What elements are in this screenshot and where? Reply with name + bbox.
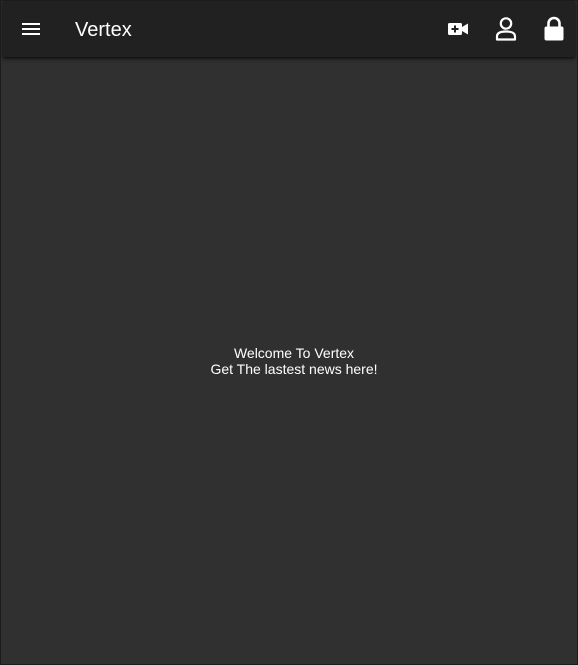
welcome-title: Welcome To Vertex: [233, 345, 355, 361]
add-video-button[interactable]: [442, 13, 474, 45]
app-bar: Vertex: [3, 1, 575, 57]
lock-icon: [544, 16, 564, 41]
person-icon: [495, 17, 517, 41]
app-title: Vertex: [75, 19, 132, 41]
main-content: Welcome To Vertex Get The lastest news h…: [1, 57, 577, 664]
menu-icon: [22, 23, 40, 35]
welcome-message: Welcome To Vertex Get The lastest news h…: [1, 345, 577, 377]
menu-button[interactable]: [15, 13, 47, 45]
welcome-subtitle: Get The lastest news here!: [210, 361, 378, 377]
video-plus-icon: [448, 23, 468, 35]
account-button[interactable]: [490, 13, 522, 45]
app-window: Vertex Welcome To Vertex Get The lastest…: [0, 0, 578, 665]
lock-button[interactable]: [538, 13, 570, 45]
